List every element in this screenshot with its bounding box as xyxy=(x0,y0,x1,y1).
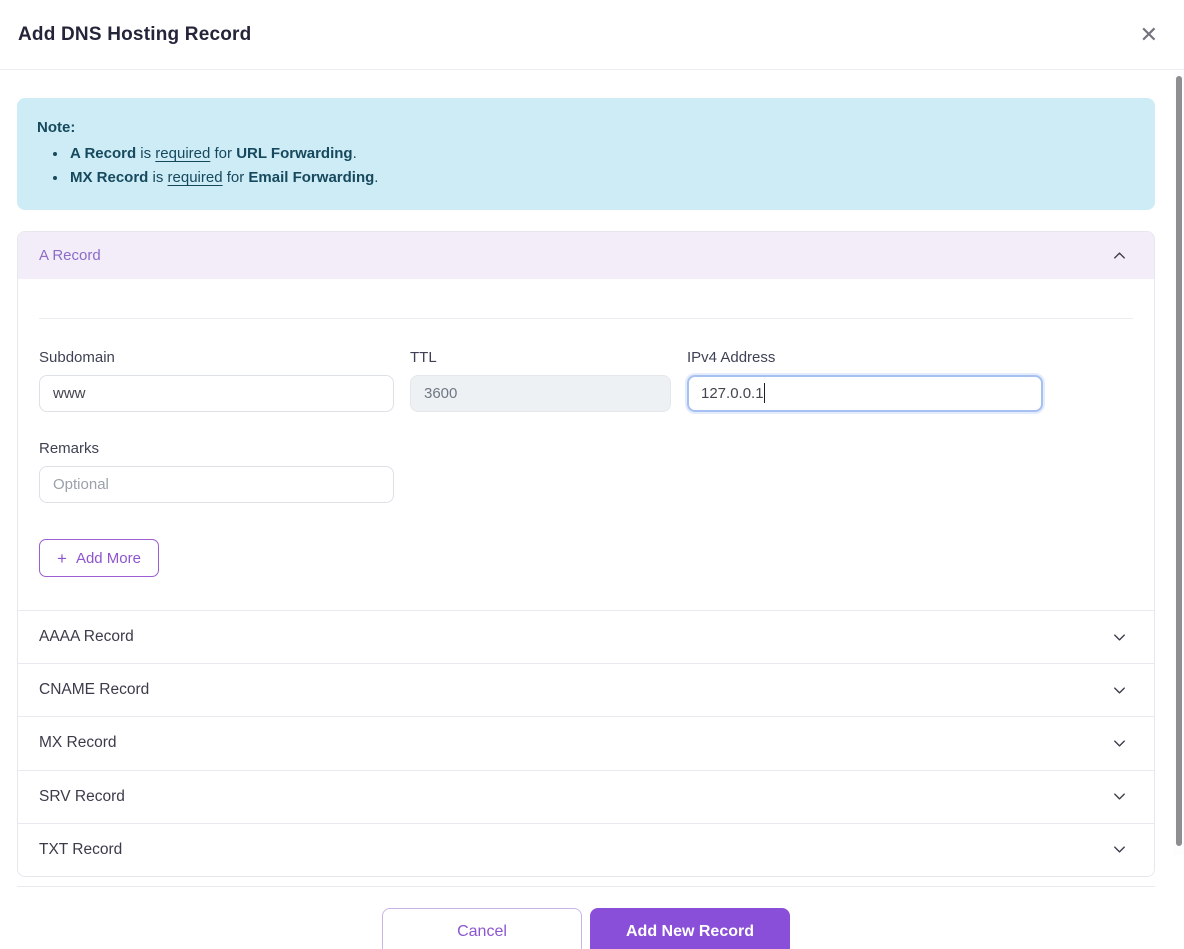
chevron-down-icon xyxy=(1110,787,1129,806)
note-list: A Record is required for URL Forwarding.… xyxy=(37,142,1135,190)
add-new-record-button[interactable]: Add New Record xyxy=(590,908,790,949)
ipv4-input[interactable] xyxy=(687,375,1043,412)
modal-title: Add DNS Hosting Record xyxy=(18,24,251,46)
accordion-header-srv-record[interactable]: SRV Record xyxy=(18,770,1154,823)
accordion-header-aaaa-record[interactable]: AAAA Record xyxy=(18,610,1154,663)
accordion-title-a-record: A Record xyxy=(39,247,101,264)
accordion-header-a-record[interactable]: A Record xyxy=(18,232,1154,279)
chevron-down-icon xyxy=(1110,734,1129,753)
panel-divider xyxy=(39,318,1133,319)
chevron-down-icon xyxy=(1110,681,1129,700)
add-more-label: Add More xyxy=(76,550,141,567)
a-record-panel: Subdomain TTL IPv4 Address Rema xyxy=(18,318,1154,610)
accordion-title-srv-record: SRV Record xyxy=(39,788,125,806)
note-item-a-record: A Record is required for URL Forwarding. xyxy=(68,142,1135,166)
subdomain-input[interactable] xyxy=(39,375,394,412)
chevron-down-icon xyxy=(1110,840,1129,859)
modal-header: Add DNS Hosting Record ✕ xyxy=(0,0,1184,70)
accordion-title-txt-record: TXT Record xyxy=(39,841,122,859)
ttl-label: TTL xyxy=(410,349,671,366)
note-box: Note: A Record is required for URL Forwa… xyxy=(17,98,1155,210)
a-record-row-1: Subdomain TTL IPv4 Address xyxy=(39,349,1133,412)
ipv4-label: IPv4 Address xyxy=(687,349,1043,366)
modal-body: Note: A Record is required for URL Forwa… xyxy=(0,70,1184,949)
a-record-row-2: Remarks xyxy=(39,440,1133,503)
scrollbar-thumb[interactable] xyxy=(1176,76,1182,846)
plus-icon: + xyxy=(57,550,67,567)
chevron-up-icon xyxy=(1110,246,1129,265)
accordion-header-mx-record[interactable]: MX Record xyxy=(18,716,1154,769)
modal-footer: Cancel Add New Record xyxy=(17,886,1155,949)
accordion-title-mx-record: MX Record xyxy=(39,734,117,752)
subdomain-label: Subdomain xyxy=(39,349,394,366)
accordion-header-txt-record[interactable]: TXT Record xyxy=(18,823,1154,876)
dns-record-accordion: A Record Subdomain TTL IPv4 Address xyxy=(17,231,1155,877)
accordion-title-cname-record: CNAME Record xyxy=(39,681,149,699)
ttl-input xyxy=(410,375,671,412)
note-label: Note: xyxy=(37,116,1135,140)
remarks-input[interactable] xyxy=(39,466,394,503)
note-item-mx-record: MX Record is required for Email Forwardi… xyxy=(68,166,1135,190)
remarks-field-group: Remarks xyxy=(39,440,394,503)
subdomain-field-group: Subdomain xyxy=(39,349,394,412)
remarks-label: Remarks xyxy=(39,440,394,457)
cancel-button[interactable]: Cancel xyxy=(382,908,582,949)
scrollbar-track xyxy=(1174,71,1184,855)
accordion-title-aaaa-record: AAAA Record xyxy=(39,628,134,646)
close-icon[interactable]: ✕ xyxy=(1136,20,1162,50)
text-cursor xyxy=(764,383,765,403)
chevron-down-icon xyxy=(1110,628,1129,647)
accordion-header-cname-record[interactable]: CNAME Record xyxy=(18,663,1154,716)
ttl-field-group: TTL xyxy=(410,349,671,412)
add-more-button[interactable]: + Add More xyxy=(39,539,159,577)
ipv4-field-group: IPv4 Address xyxy=(687,349,1043,412)
